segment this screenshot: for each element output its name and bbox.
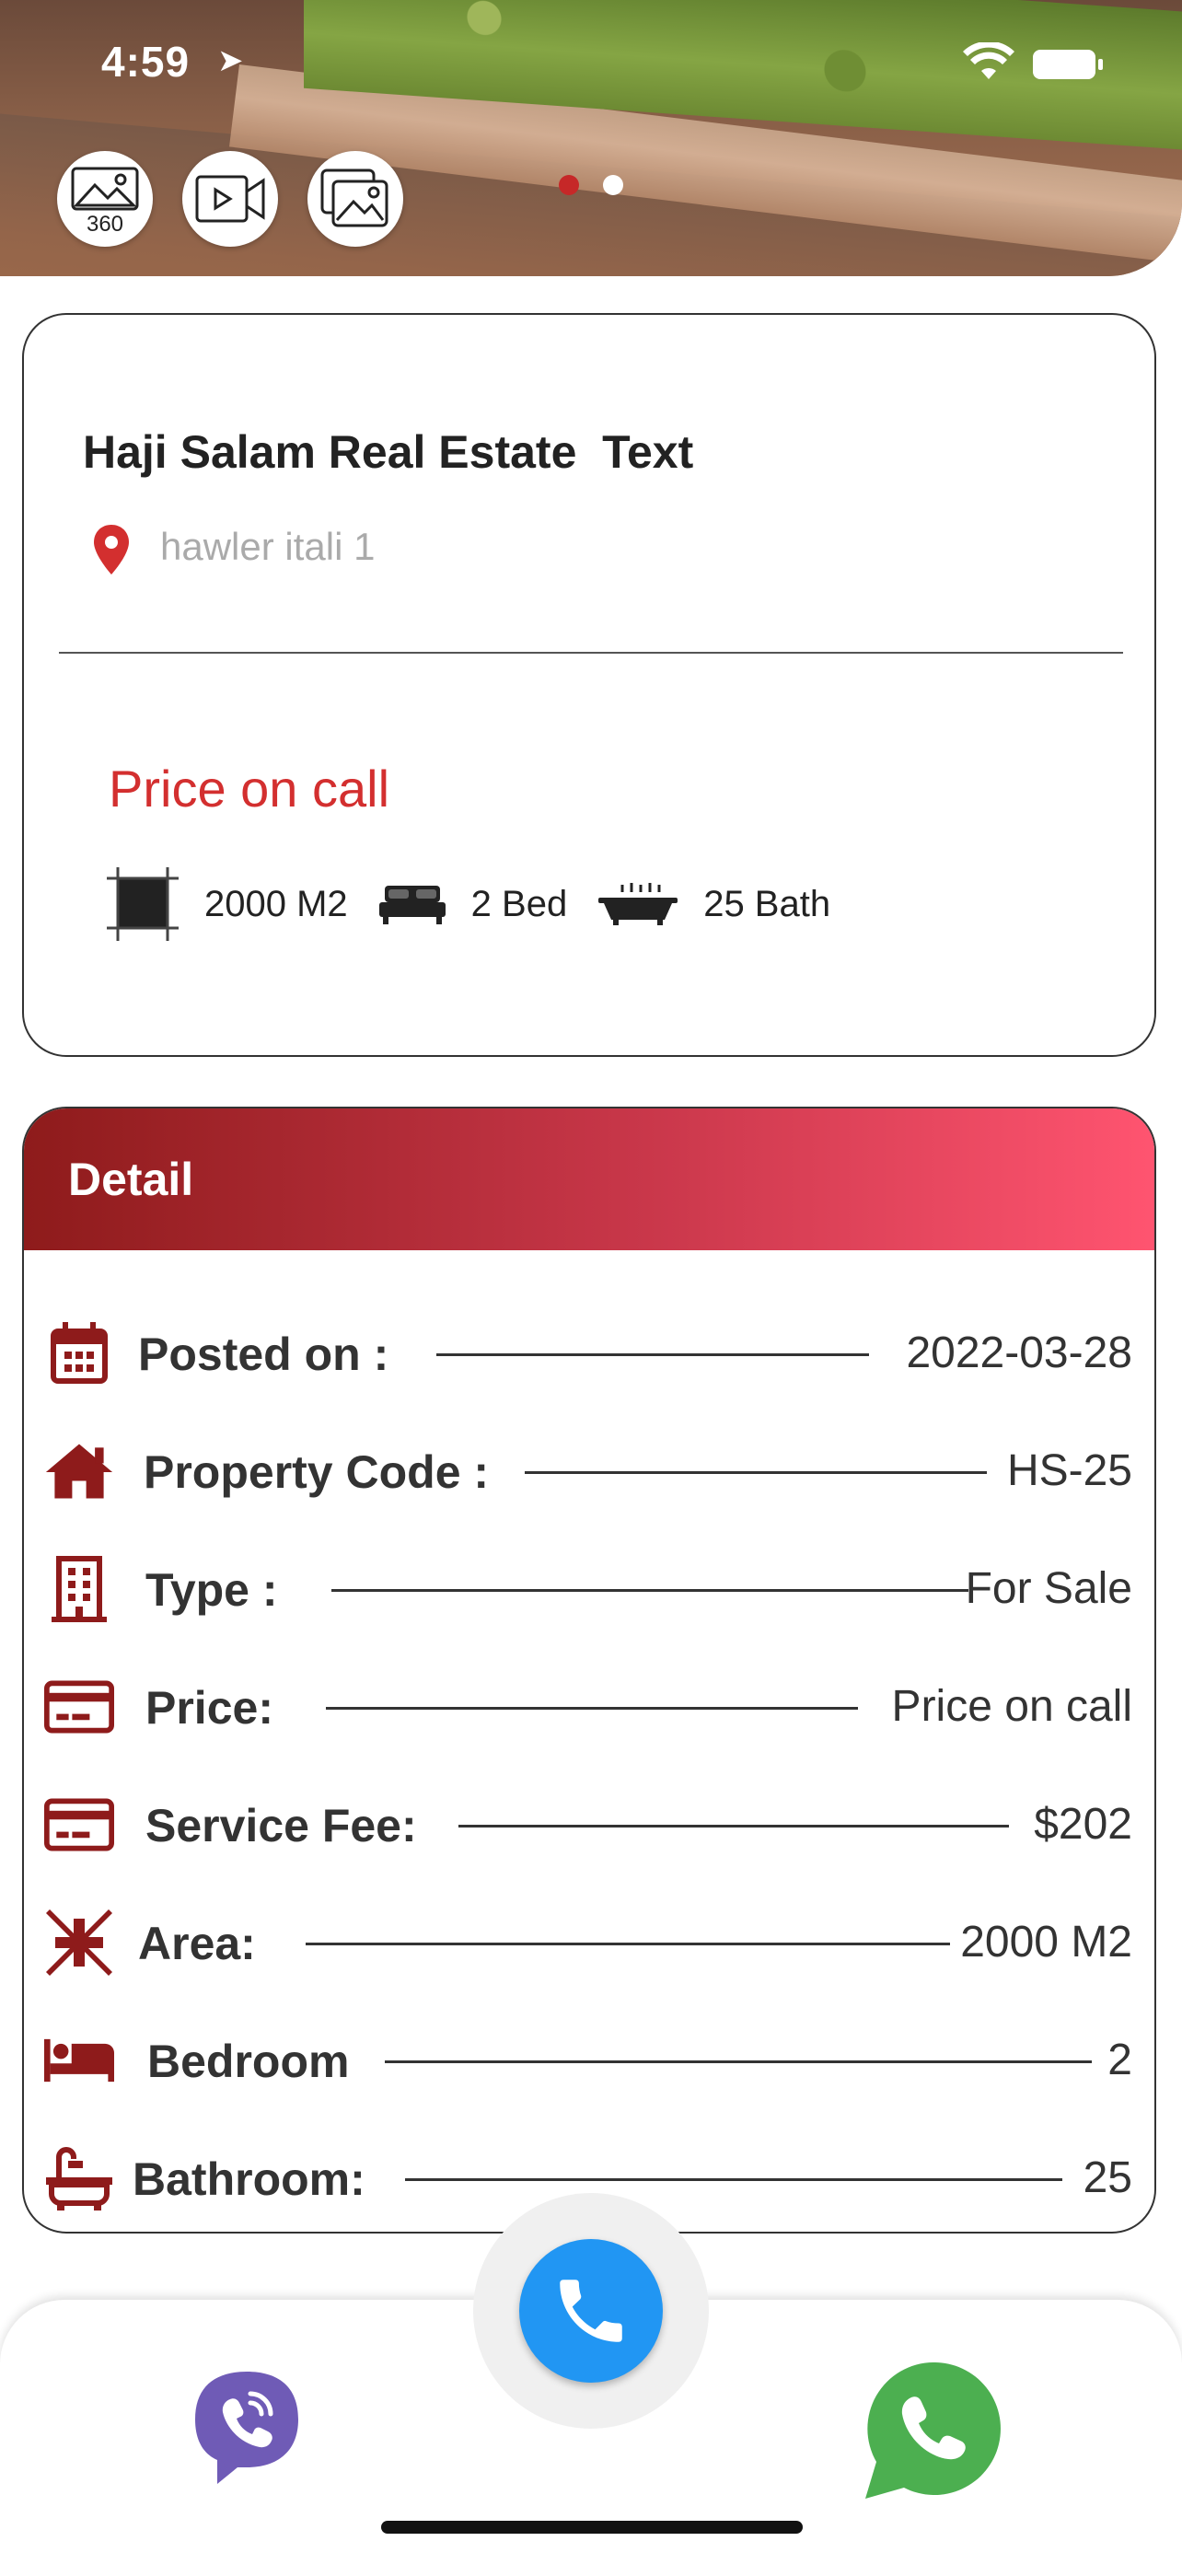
gallery-icon <box>320 168 388 227</box>
video-icon <box>195 175 265 223</box>
detail-value: $202 <box>1034 1800 1132 1849</box>
detail-row-service-fee: Service Fee: $202 <box>24 1779 1154 1871</box>
bed-icon <box>378 884 446 924</box>
detail-row-type: Type : For Sale <box>24 1543 1154 1635</box>
detail-label: Service Fee: <box>145 1800 417 1851</box>
bed-icon <box>44 2027 114 2094</box>
viber-icon <box>195 2372 298 2484</box>
battery-icon <box>1033 50 1103 79</box>
leader-line <box>306 1943 950 1945</box>
home-icon <box>44 1438 114 1504</box>
call-button[interactable] <box>519 2239 663 2383</box>
video-button[interactable] <box>182 151 278 247</box>
panorama-360-icon: 360 <box>71 167 139 237</box>
compress-icon <box>44 1909 114 1976</box>
property-specs: 2000 M2 2 Bed 25 Bath <box>107 867 862 941</box>
property-price: Price on call <box>109 760 390 818</box>
status-time: 4:59 <box>101 38 191 86</box>
phone-icon <box>560 2280 622 2342</box>
detail-row-property-code: Property Code : HS-25 <box>24 1425 1154 1517</box>
detail-label: Bathroom: <box>133 2153 365 2205</box>
spec-bath: 25 Bath <box>703 883 831 924</box>
property-summary-card: Haji Salam Real Estate Text hawler itali… <box>22 313 1156 1057</box>
detail-label: Type : <box>145 1564 278 1616</box>
detail-value: 2022-03-28 <box>906 1329 1132 1377</box>
leader-line <box>436 1353 869 1356</box>
detail-value: HS-25 <box>1006 1446 1132 1495</box>
location-arrow-icon: ➤ <box>217 43 244 78</box>
viber-button[interactable] <box>190 2368 304 2488</box>
detail-row-bedroom: Bedroom 2 <box>24 2014 1154 2106</box>
gallery-button[interactable] <box>307 151 403 247</box>
detail-value: 2 <box>1107 2036 1132 2084</box>
location-pin-icon <box>94 525 129 574</box>
panorama-360-button[interactable]: 360 <box>57 151 153 247</box>
status-bar: 4:59 ➤ <box>0 37 1182 92</box>
bathtub-icon <box>598 881 678 927</box>
detail-row-area: Area: 2000 M2 <box>24 1897 1154 1989</box>
panorama-360-label: 360 <box>87 212 123 237</box>
credit-card-icon <box>44 1674 114 1740</box>
detail-value: Price on call <box>891 1682 1132 1731</box>
leader-line <box>405 2178 1062 2181</box>
property-title: Haji Salam Real Estate Text <box>83 426 694 478</box>
leader-line <box>326 1707 858 1710</box>
detail-label: Price: <box>145 1682 273 1734</box>
detail-label: Bedroom <box>147 2036 350 2087</box>
calendar-icon <box>44 1320 114 1387</box>
leader-line <box>385 2060 1092 2063</box>
detail-label: Posted on : <box>138 1329 389 1380</box>
home-indicator <box>381 2521 803 2534</box>
bathtub-icon <box>44 2145 114 2211</box>
leader-line <box>525 1471 987 1474</box>
detail-label: Property Code : <box>144 1446 490 1498</box>
building-icon <box>44 1556 114 1622</box>
detail-row-price: Price: Price on call <box>24 1661 1154 1753</box>
detail-value: For Sale <box>965 1564 1132 1613</box>
wifi-icon <box>963 42 1014 79</box>
whatsapp-button[interactable] <box>860 2357 1007 2504</box>
detail-header: Detail <box>24 1108 1154 1250</box>
detail-title: Detail <box>68 1154 194 1205</box>
spec-bed: 2 Bed <box>470 883 568 924</box>
detail-label: Area: <box>138 1918 256 1969</box>
whatsapp-icon <box>865 2361 1001 2499</box>
detail-value: 2000 M2 <box>960 1918 1132 1967</box>
leader-line <box>458 1825 1009 1828</box>
divider <box>59 652 1123 654</box>
property-location: hawler itali 1 <box>160 525 376 568</box>
credit-card-icon <box>44 1792 114 1858</box>
area-icon <box>107 867 179 941</box>
leader-line <box>331 1589 968 1592</box>
carousel-dot-active[interactable] <box>559 175 579 195</box>
detail-row-posted-on: Posted on : 2022-03-28 <box>24 1307 1154 1399</box>
spec-area: 2000 M2 <box>204 883 348 924</box>
detail-value: 25 <box>1083 2153 1132 2202</box>
detail-card: Detail Posted on : 2022-03-28 Property C… <box>22 1107 1156 2234</box>
carousel-dot[interactable] <box>603 175 623 195</box>
